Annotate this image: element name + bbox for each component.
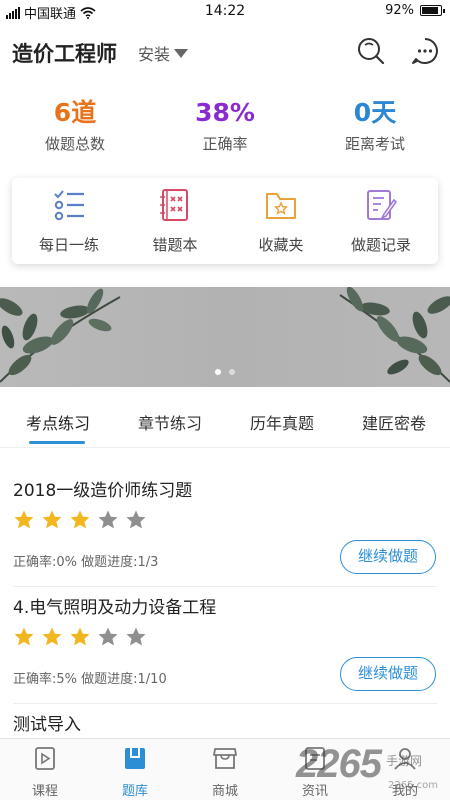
nav-label: 课程 xyxy=(31,784,58,799)
stat-value: 38% xyxy=(195,98,255,127)
star-empty-icon xyxy=(98,627,118,646)
item-title: 4.电气照明及动力设备工程 xyxy=(13,598,217,618)
continue-button[interactable]: 继续做题 xyxy=(340,657,436,691)
status-time: 14:22 xyxy=(204,3,246,19)
battery-percent: 92% xyxy=(385,3,414,18)
page-title: 造价工程师 xyxy=(12,42,117,66)
record-edit-icon xyxy=(367,190,398,220)
tab-secret-papers[interactable]: 建匠密卷 xyxy=(338,410,450,434)
chat-bubble-icon[interactable] xyxy=(410,36,440,66)
stat-label: 做题总数 xyxy=(44,135,105,153)
star-filled-icon xyxy=(70,510,90,529)
rating-stars xyxy=(13,509,147,531)
star-filled-icon xyxy=(14,627,34,646)
active-tab-indicator xyxy=(29,441,85,444)
watermark-text: 手游网 xyxy=(386,754,423,768)
banner-pagination xyxy=(0,369,450,375)
favorite-folder-icon xyxy=(266,193,296,219)
checklist-icon xyxy=(54,190,84,221)
nav-label: 商城 xyxy=(211,784,238,799)
promo-banner[interactable] xyxy=(0,287,450,387)
app-header: 造价工程师 安装 xyxy=(0,24,450,78)
shortcut-practice-record[interactable]: 做题记录 xyxy=(328,188,434,255)
banner-dot xyxy=(229,369,235,375)
banner-dot-active xyxy=(215,369,221,375)
shortcut-label: 每日一练 xyxy=(38,236,99,254)
nav-shop[interactable]: 商城 xyxy=(180,745,270,799)
stat-value: 0天 xyxy=(353,98,397,127)
shortcut-daily-practice[interactable]: 每日一练 xyxy=(16,188,122,255)
question-bank-icon xyxy=(125,748,145,769)
stat-label: 距离考试 xyxy=(344,135,405,153)
watermark-url: 2265.com xyxy=(388,780,438,791)
rating-stars xyxy=(13,626,147,648)
exam-type-label: 安装 xyxy=(138,45,171,64)
watermark-logo: 2265 xyxy=(296,742,382,786)
battery-icon xyxy=(420,5,445,16)
status-bar: 中国联通 14:22 92% xyxy=(0,0,450,24)
exam-type-dropdown[interactable]: 安装 xyxy=(138,41,189,65)
shortcut-card: 每日一练 错题本 收藏夹 做题记录 xyxy=(12,178,438,264)
shortcut-favorites[interactable]: 收藏夹 xyxy=(228,188,334,255)
item-progress: 正确率:0% 做题进度:1/3 xyxy=(13,555,159,570)
shortcut-label: 错题本 xyxy=(152,236,198,254)
star-empty-icon xyxy=(126,627,146,646)
caret-down-icon xyxy=(174,48,189,58)
star-empty-icon xyxy=(126,510,146,529)
shortcut-wrong-book[interactable]: 错题本 xyxy=(122,188,228,255)
item-progress: 正确率:5% 做题进度:1/10 xyxy=(13,672,167,687)
star-filled-icon xyxy=(14,510,34,529)
shop-icon xyxy=(213,748,237,769)
tab-topic-practice[interactable]: 考点练习 xyxy=(2,410,114,434)
star-filled-icon xyxy=(70,627,90,646)
course-play-icon xyxy=(35,747,55,770)
star-filled-icon xyxy=(42,510,62,529)
nav-label: 题库 xyxy=(121,784,148,799)
divider xyxy=(13,703,437,704)
item-title: 测试导入 xyxy=(13,715,81,735)
stat-label: 正确率 xyxy=(202,135,248,153)
bottom-nav: 课程 题库 商城 资讯 我的 xyxy=(0,738,450,800)
star-empty-icon xyxy=(98,510,118,529)
stat-days-to-exam: 0天 距离考试 xyxy=(300,96,450,154)
tab-past-exams[interactable]: 历年真题 xyxy=(226,410,338,434)
shortcut-label: 做题记录 xyxy=(350,236,411,254)
divider xyxy=(13,586,437,587)
continue-button[interactable]: 继续做题 xyxy=(340,540,436,574)
stat-accuracy: 38% 正确率 xyxy=(150,96,300,154)
wrong-book-icon xyxy=(160,189,188,221)
nav-course[interactable]: 课程 xyxy=(0,745,90,799)
item-title: 2018一级造价师练习题 xyxy=(13,481,193,501)
stat-total-questions: 6道 做题总数 xyxy=(0,96,150,154)
tab-chapter-practice[interactable]: 章节练习 xyxy=(114,410,226,434)
status-right: 92% xyxy=(385,3,445,18)
stats-panel: 6道 做题总数 38% 正确率 0天 距离考试 xyxy=(0,96,450,166)
nav-question-bank[interactable]: 题库 xyxy=(90,745,180,799)
search-icon[interactable] xyxy=(356,36,386,66)
stat-value: 6道 xyxy=(53,98,97,127)
shortcut-label: 收藏夹 xyxy=(258,236,304,254)
star-filled-icon xyxy=(42,627,62,646)
